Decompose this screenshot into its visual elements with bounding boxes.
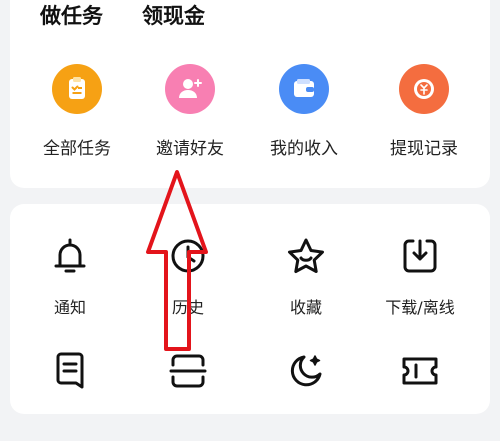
download-icon <box>400 236 440 276</box>
bell-icon <box>51 236 89 276</box>
scan-icon <box>168 351 208 391</box>
all-tasks-button[interactable]: 全部任务 <box>17 64 137 164</box>
my-income-button[interactable]: 我的收入 <box>244 64 364 164</box>
star-icon <box>285 236 327 276</box>
history-icon <box>168 236 208 276</box>
scan-button[interactable] <box>128 351 248 441</box>
add-friend-icon <box>165 64 215 114</box>
my-income-label: 我的收入 <box>270 139 338 159</box>
heading-claim-cash[interactable]: 领现金 <box>142 0 205 30</box>
withdraw-record-icon <box>399 64 449 114</box>
favorites-label: 收藏 <box>289 298 322 317</box>
withdraw-record-button[interactable]: 提现记录 <box>364 64 484 164</box>
tools-card: 通知 历史 收藏 下载/离线 <box>10 204 490 414</box>
download-offline-label: 下载/离线 <box>385 298 455 317</box>
invite-friends-button[interactable]: 邀请好友 <box>130 64 250 164</box>
night-mode-button[interactable] <box>246 351 366 441</box>
history-button[interactable]: 历史 <box>128 236 248 326</box>
wallet-icon <box>279 64 329 114</box>
favorites-button[interactable]: 收藏 <box>246 236 366 326</box>
task-card: 做任务 领现金 全部任务 邀请好友 我的收入 提现记录 <box>10 0 490 188</box>
bookmark-button[interactable] <box>10 351 130 441</box>
all-tasks-label: 全部任务 <box>43 139 111 159</box>
withdraw-record-label: 提现记录 <box>390 139 458 159</box>
notifications-button[interactable]: 通知 <box>10 236 130 326</box>
task-list-icon <box>52 64 102 114</box>
invite-friends-label: 邀请好友 <box>156 139 224 159</box>
bookmark-icon <box>51 351 89 391</box>
night-mode-icon <box>286 351 326 391</box>
ticket-icon <box>399 351 441 391</box>
download-offline-button[interactable]: 下载/离线 <box>360 236 480 326</box>
history-label: 历史 <box>171 298 204 317</box>
heading-do-tasks[interactable]: 做任务 <box>40 0 103 30</box>
ticket-button[interactable] <box>360 351 480 441</box>
notifications-label: 通知 <box>53 298 86 317</box>
